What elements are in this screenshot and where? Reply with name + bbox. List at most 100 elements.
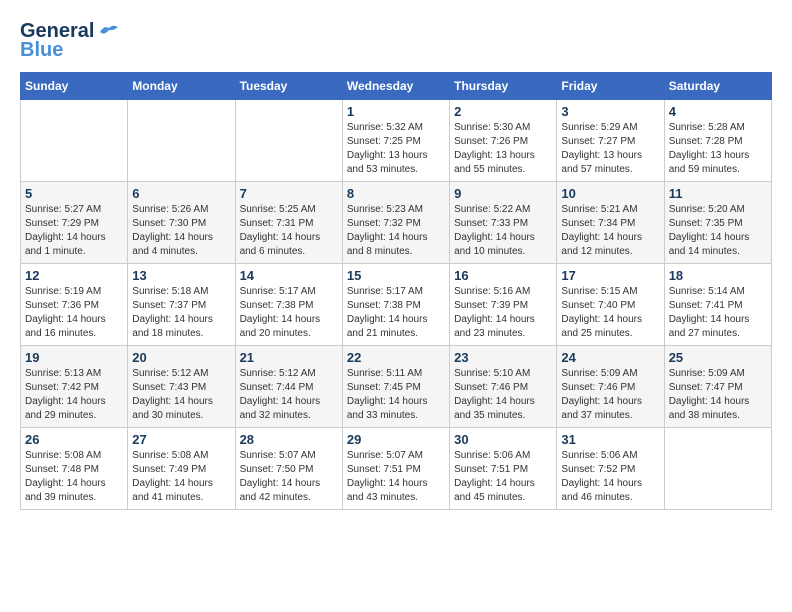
day-info: Sunrise: 5:12 AMSunset: 7:43 PMDaylight:…	[132, 367, 230, 423]
day-number: 29	[347, 432, 445, 447]
calendar-cell: 23 Sunrise: 5:10 AMSunset: 7:46 PMDayligh…	[450, 346, 557, 428]
calendar-cell: 8 Sunrise: 5:23 AMSunset: 7:32 PMDaylight…	[342, 182, 449, 264]
calendar-cell: 19 Sunrise: 5:13 AMSunset: 7:42 PMDayligh…	[21, 346, 128, 428]
calendar-cell: 12 Sunrise: 5:19 AMSunset: 7:36 PMDayligh…	[21, 264, 128, 346]
weekday-header-wednesday: Wednesday	[342, 73, 449, 100]
calendar-week-row: 19 Sunrise: 5:13 AMSunset: 7:42 PMDayligh…	[21, 346, 772, 428]
day-number: 20	[132, 350, 230, 365]
day-number: 22	[347, 350, 445, 365]
day-number: 1	[347, 104, 445, 119]
calendar-cell: 6 Sunrise: 5:26 AMSunset: 7:30 PMDaylight…	[128, 182, 235, 264]
day-info: Sunrise: 5:06 AMSunset: 7:51 PMDaylight:…	[454, 449, 552, 505]
calendar-cell: 7Sunrise: 5:25 AMSunset: 7:31 PMDaylight…	[235, 182, 342, 264]
day-number: 19	[25, 350, 123, 365]
day-info: Sunrise: 5:16 AMSunset: 7:39 PMDaylight:…	[454, 285, 552, 341]
day-info: Sunrise: 5:13 AMSunset: 7:42 PMDaylight:…	[25, 367, 123, 423]
calendar-cell: 16Sunrise: 5:16 AMSunset: 7:39 PMDayligh…	[450, 264, 557, 346]
day-info: Sunrise: 5:18 AMSunset: 7:37 PMDaylight:…	[132, 285, 230, 341]
day-info: Sunrise: 5:07 AMSunset: 7:50 PMDaylight:…	[240, 449, 338, 505]
day-number: 24	[561, 350, 659, 365]
calendar-table: SundayMondayTuesdayWednesdayThursdayFrid…	[20, 72, 772, 510]
day-number: 12	[25, 268, 123, 283]
weekday-header-friday: Friday	[557, 73, 664, 100]
calendar-cell	[128, 100, 235, 182]
day-number: 28	[240, 432, 338, 447]
calendar-cell: 17 Sunrise: 5:15 AMSunset: 7:40 PMDayligh…	[557, 264, 664, 346]
day-info: Sunrise: 5:09 AMSunset: 7:46 PMDaylight:…	[561, 367, 659, 423]
calendar-cell: 4 Sunrise: 5:28 AMSunset: 7:28 PMDaylight…	[664, 100, 771, 182]
calendar-cell	[664, 428, 771, 510]
day-number: 25	[669, 350, 767, 365]
day-info: Sunrise: 5:10 AMSunset: 7:46 PMDaylight:…	[454, 367, 552, 423]
logo: General Blue	[20, 20, 118, 62]
day-info: Sunrise: 5:19 AMSunset: 7:36 PMDaylight:…	[25, 285, 123, 341]
day-info: Sunrise: 5:08 AMSunset: 7:48 PMDaylight:…	[25, 449, 123, 505]
calendar-cell	[21, 100, 128, 182]
day-info: Sunrise: 5:29 AMSunset: 7:27 PMDaylight:…	[561, 121, 659, 177]
day-info: Sunrise: 5:14 AMSunset: 7:41 PMDaylight:…	[669, 285, 767, 341]
calendar-cell: 5 Sunrise: 5:27 AMSunset: 7:29 PMDaylight…	[21, 182, 128, 264]
logo-arrow-icon	[96, 21, 118, 43]
calendar-cell: 30Sunrise: 5:06 AMSunset: 7:51 PMDayligh…	[450, 428, 557, 510]
calendar-cell: 29Sunrise: 5:07 AMSunset: 7:51 PMDayligh…	[342, 428, 449, 510]
day-info: Sunrise: 5:17 AMSunset: 7:38 PMDaylight:…	[240, 285, 338, 341]
day-number: 4	[669, 104, 767, 119]
calendar-cell: 13 Sunrise: 5:18 AMSunset: 7:37 PMDayligh…	[128, 264, 235, 346]
day-info: Sunrise: 5:28 AMSunset: 7:28 PMDaylight:…	[669, 121, 767, 177]
day-info: Sunrise: 5:32 AMSunset: 7:25 PMDaylight:…	[347, 121, 445, 177]
weekday-header-sunday: Sunday	[21, 73, 128, 100]
day-info: Sunrise: 5:09 AMSunset: 7:47 PMDaylight:…	[669, 367, 767, 423]
calendar-week-row: 1 Sunrise: 5:32 AMSunset: 7:25 PMDaylight…	[21, 100, 772, 182]
day-info: Sunrise: 5:15 AMSunset: 7:40 PMDaylight:…	[561, 285, 659, 341]
day-info: Sunrise: 5:30 AMSunset: 7:26 PMDaylight:…	[454, 121, 552, 177]
day-number: 26	[25, 432, 123, 447]
weekday-header-tuesday: Tuesday	[235, 73, 342, 100]
calendar-cell: 14 Sunrise: 5:17 AMSunset: 7:38 PMDayligh…	[235, 264, 342, 346]
calendar-week-row: 26 Sunrise: 5:08 AMSunset: 7:48 PMDayligh…	[21, 428, 772, 510]
weekday-header-monday: Monday	[128, 73, 235, 100]
day-number: 18	[669, 268, 767, 283]
page-header: General Blue	[20, 20, 772, 62]
weekday-header-saturday: Saturday	[664, 73, 771, 100]
calendar-cell: 31 Sunrise: 5:06 AMSunset: 7:52 PMDayligh…	[557, 428, 664, 510]
calendar-cell: 3 Sunrise: 5:29 AMSunset: 7:27 PMDaylight…	[557, 100, 664, 182]
calendar-cell: 18 Sunrise: 5:14 AMSunset: 7:41 PMDayligh…	[664, 264, 771, 346]
day-number: 9	[454, 186, 552, 201]
calendar-cell: 24 Sunrise: 5:09 AMSunset: 7:46 PMDayligh…	[557, 346, 664, 428]
calendar-cell: 9 Sunrise: 5:22 AMSunset: 7:33 PMDaylight…	[450, 182, 557, 264]
day-info: Sunrise: 5:26 AMSunset: 7:30 PMDaylight:…	[132, 203, 230, 259]
day-number: 3	[561, 104, 659, 119]
calendar-cell: 25 Sunrise: 5:09 AMSunset: 7:47 PMDayligh…	[664, 346, 771, 428]
day-number: 5	[25, 186, 123, 201]
calendar-week-row: 12 Sunrise: 5:19 AMSunset: 7:36 PMDayligh…	[21, 264, 772, 346]
calendar-cell: 11Sunrise: 5:20 AMSunset: 7:35 PMDayligh…	[664, 182, 771, 264]
day-number: 14	[240, 268, 338, 283]
day-number: 21	[240, 350, 338, 365]
day-info: Sunrise: 5:22 AMSunset: 7:33 PMDaylight:…	[454, 203, 552, 259]
day-number: 8	[347, 186, 445, 201]
calendar-cell	[235, 100, 342, 182]
day-info: Sunrise: 5:21 AMSunset: 7:34 PMDaylight:…	[561, 203, 659, 259]
day-info: Sunrise: 5:12 AMSunset: 7:44 PMDaylight:…	[240, 367, 338, 423]
day-info: Sunrise: 5:25 AMSunset: 7:31 PMDaylight:…	[240, 203, 338, 259]
calendar-cell: 2 Sunrise: 5:30 AMSunset: 7:26 PMDaylight…	[450, 100, 557, 182]
calendar-cell: 10Sunrise: 5:21 AMSunset: 7:34 PMDayligh…	[557, 182, 664, 264]
day-number: 15	[347, 268, 445, 283]
day-info: Sunrise: 5:27 AMSunset: 7:29 PMDaylight:…	[25, 203, 123, 259]
calendar-cell: 20 Sunrise: 5:12 AMSunset: 7:43 PMDayligh…	[128, 346, 235, 428]
day-number: 31	[561, 432, 659, 447]
day-number: 2	[454, 104, 552, 119]
day-number: 23	[454, 350, 552, 365]
day-info: Sunrise: 5:06 AMSunset: 7:52 PMDaylight:…	[561, 449, 659, 505]
day-info: Sunrise: 5:23 AMSunset: 7:32 PMDaylight:…	[347, 203, 445, 259]
calendar-cell: 26 Sunrise: 5:08 AMSunset: 7:48 PMDayligh…	[21, 428, 128, 510]
calendar-week-row: 5 Sunrise: 5:27 AMSunset: 7:29 PMDaylight…	[21, 182, 772, 264]
weekday-header-row: SundayMondayTuesdayWednesdayThursdayFrid…	[21, 73, 772, 100]
day-number: 13	[132, 268, 230, 283]
day-number: 17	[561, 268, 659, 283]
day-info: Sunrise: 5:20 AMSunset: 7:35 PMDaylight:…	[669, 203, 767, 259]
day-info: Sunrise: 5:11 AMSunset: 7:45 PMDaylight:…	[347, 367, 445, 423]
day-number: 6	[132, 186, 230, 201]
day-number: 27	[132, 432, 230, 447]
day-info: Sunrise: 5:17 AMSunset: 7:38 PMDaylight:…	[347, 285, 445, 341]
